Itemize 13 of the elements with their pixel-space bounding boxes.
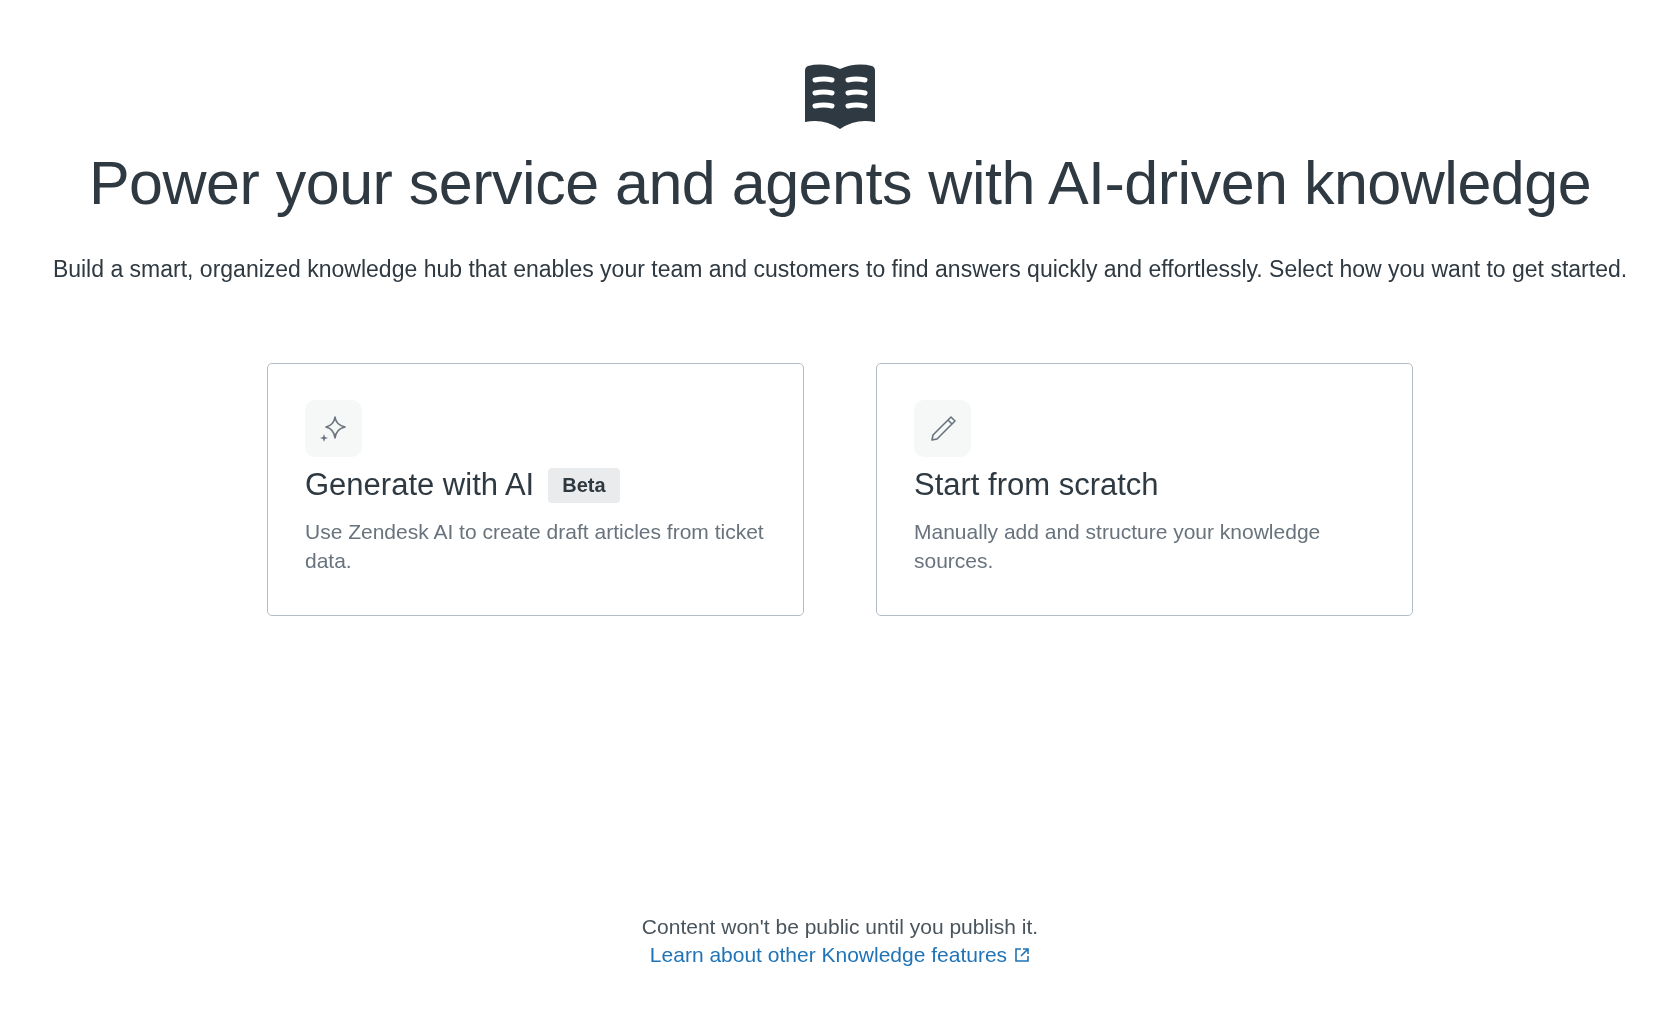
option-title: Generate with AI <box>305 467 535 503</box>
beta-badge: Beta <box>548 467 620 503</box>
page-subtitle: Build a smart, organized knowledge hub that enables your team and customers to find answers quickly and effortlessly. Select how you want to get started. <box>51 255 1629 284</box>
option-description: Use Zendesk AI to create draft articles from ticket data. <box>305 519 765 574</box>
option-title: Start from scratch <box>914 467 1159 503</box>
option-card[interactable]: Generate with AI Beta Use Zendesk AI to create draft articles from ticket data. <box>267 363 804 616</box>
option-description: Manually add and structure your knowledge sources. <box>914 519 1322 574</box>
external-link-icon <box>1014 947 1031 963</box>
publish-note: Content won't be public until you publish it. <box>641 915 1039 939</box>
option-card[interactable]: Start from scratch Manually add and structure your knowledge sources. <box>876 363 1413 616</box>
page-title: Power your service and agents with AI-driven knowledge <box>88 148 1592 218</box>
knowledge-features-link[interactable]: Learn about other Knowledge features <box>649 943 1031 967</box>
book-icon <box>804 62 876 130</box>
